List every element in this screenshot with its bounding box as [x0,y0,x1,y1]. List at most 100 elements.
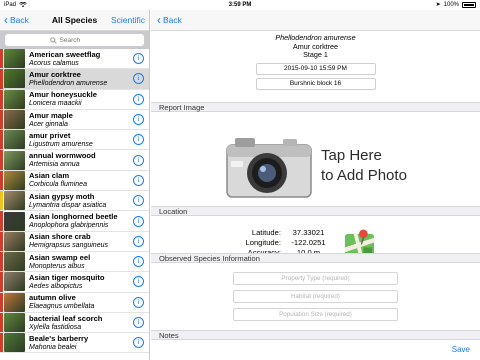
info-icon[interactable]: i [133,296,144,308]
species-thumbnail [4,211,25,231]
property-type-field[interactable] [233,272,398,285]
chevron-left-icon: ‹ [157,13,161,27]
status-stripe [0,130,3,150]
species-scientific-name: Elaeagnus umbellata [29,303,95,311]
save-button[interactable]: Save [452,345,470,354]
species-common-name: American sweetflag [29,49,101,59]
info-icon[interactable]: i [133,317,144,328]
location-section-header: Location [151,206,480,216]
population-size-field[interactable] [233,308,398,321]
species-list-item[interactable]: Asian swamp eel Monopterus albus i [0,251,149,273]
report-detail-pane: ‹ Back Phellodendron amurense Amur corkt… [151,10,480,360]
species-common-name: Asian gypsy moth [29,191,95,201]
species-scientific-name: Artemisia annua [29,161,80,169]
species-text: Asian tiger mosquito Aedes albopictus [25,273,133,291]
observed-species-section-header: Observed Species Information [151,253,480,263]
species-list-item[interactable]: Asian gypsy moth Lymantria dispar asiatic… [0,191,149,212]
info-icon[interactable]: i [133,276,144,288]
species-scientific-name: Monopterus albus [29,262,85,270]
species-scientific-name: Lonicera maackii [29,100,82,108]
species-common-name: annual wormwood [29,151,96,161]
species-list-item[interactable]: Beale's barberry Mahonia bealei i [0,333,149,354]
info-icon[interactable]: i [133,114,144,126]
species-list-item[interactable]: Asian longhorned beetle Anoplophora glabr… [0,211,149,232]
info-icon[interactable]: i [133,174,144,186]
species-list-item[interactable]: Asian tiger mosquito Aedes albopictus i [0,272,149,293]
species-thumbnail [4,252,25,272]
info-icon[interactable]: i [133,134,144,146]
scientific-toggle-button[interactable]: Scientific [111,10,145,31]
info-icon[interactable]: i [133,256,144,268]
species-common-name: Asian clam [29,171,70,181]
info-icon[interactable]: i [133,93,144,105]
species-thumbnail [4,49,25,69]
info-icon[interactable]: i [133,154,144,166]
status-stripe [0,231,3,251]
species-list-item[interactable]: amur privet Ligustrum amurense i [0,130,149,151]
right-back-button[interactable]: ‹ Back [157,10,182,31]
search-field[interactable] [5,34,144,46]
search-bar [0,31,149,49]
species-list-item[interactable]: autumn olive Elaeagnus umbellata i [0,292,149,313]
status-stripe [0,150,3,170]
location-name-field[interactable]: Burshnic block 16 [255,77,376,90]
species-list-item[interactable]: annual wormwood Artemisia annua i [0,150,149,171]
datetime-field[interactable]: 2015-09-10 15:59 PM [255,62,376,75]
add-photo-line2: to Add Photo [321,167,407,184]
latitude-row: Latitude: 37.33021 [211,228,336,238]
species-scientific-name: Xylella fastidiosa [29,323,82,331]
chevron-left-icon: ‹ [4,13,8,27]
habitat-field[interactable] [233,290,398,303]
species-common-name: Amur honeysuckle [29,90,97,100]
species-list-item[interactable]: Amur corktree Phellodendron amurense i [0,69,149,90]
species-list-item[interactable]: Asian clam Corbicula fluminea i [0,170,149,192]
info-icon[interactable]: i [133,195,144,207]
species-thumbnail [4,313,25,332]
species-thumbnail [4,110,25,130]
status-stripe [0,109,3,130]
species-thumbnail [4,231,25,251]
species-thumbnail [4,150,25,170]
species-list-item[interactable]: bacterial leaf scorch Xylella fastidiosa i [0,312,149,334]
species-scientific-name: Acorus calamus [29,59,79,67]
species-text: autumn olive Elaeagnus umbellata [25,293,133,311]
species-scientific-name: Anoplophora glabripennis [29,222,109,230]
species-scientific-name: Lymantria dispar asiatica [29,201,107,209]
status-stripe [0,89,3,109]
add-photo-button[interactable]: Tap Here to Add Photo [221,128,411,208]
left-back-button[interactable]: ‹ Back [4,10,29,31]
species-common-name: autumn olive [29,293,76,303]
left-nav-bar: ‹ Back All Species Scientific [0,10,149,31]
add-photo-line1: Tap Here [321,147,382,164]
search-input[interactable] [59,36,100,44]
species-list-item[interactable]: Asian shore crab Hemigrapsus sanguineus i [0,231,149,252]
status-stripe [0,69,3,89]
species-thumbnail [4,130,25,150]
add-photo-text: Tap Here to Add Photo [321,146,407,186]
species-thumbnail [4,89,25,109]
camera-icon [226,138,312,198]
longitude-row: Longitude: -122.0251 [211,238,336,248]
species-text: Amur maple Acer ginnala [25,111,133,129]
info-icon[interactable]: i [133,215,144,227]
species-common-name: Asian swamp eel [29,252,91,262]
info-icon[interactable]: i [133,337,144,349]
species-text: Asian clam Corbicula fluminea [25,171,133,189]
species-thumbnail [4,272,25,292]
species-common-name: Amur corktree [29,69,81,79]
status-stripe [0,312,3,333]
species-scientific-name: Phellodendron amurense [29,79,108,87]
status-stripe [0,211,3,231]
left-back-label: Back [10,15,29,25]
latitude-value: 37.33021 [292,228,325,237]
species-common-name: Amur maple [29,110,73,120]
info-icon[interactable]: i [133,235,144,247]
info-icon[interactable]: i [133,73,144,85]
species-list-item[interactable]: Amur maple Acer ginnala i [0,109,149,131]
species-common-name: amur privet [29,130,71,140]
species-list-item[interactable]: Amur honeysuckle Lonicera maackii i [0,89,149,110]
species-list-item[interactable]: American sweetflag Acorus calamus i [0,49,149,70]
info-icon[interactable]: i [133,53,144,65]
species-scientific-name: Mahonia bealei [29,343,77,351]
status-stripe [0,292,3,312]
